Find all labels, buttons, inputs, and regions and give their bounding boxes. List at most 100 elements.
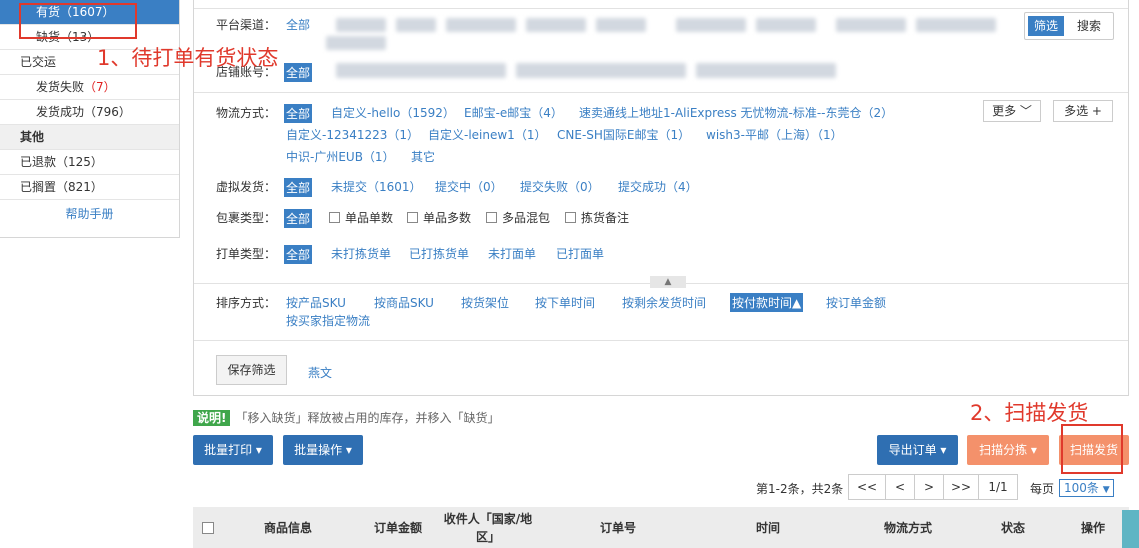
sidebar-item-label: 发货失败 (36, 80, 85, 94)
info-tip: 说明! 「移入缺货」释放被占用的库存，并移入「缺货」 (193, 409, 500, 426)
per-page-label: 每页 (1030, 482, 1055, 496)
filter-label: 虚拟发货： (216, 180, 277, 194)
annotation-step-1: 1、待打单有货状态 (97, 46, 279, 70)
checkbox-icon (202, 521, 214, 534)
sidebar-item-ship-failed[interactable]: 发货失败（7） (0, 75, 179, 100)
sort-option[interactable]: 按货架位 (461, 294, 509, 311)
logistics-option[interactable]: CNE-SH国际E邮宝（1） (557, 126, 690, 143)
multi-select-button[interactable]: 多选 + (1053, 100, 1113, 122)
blurred-option (446, 18, 516, 32)
per-page-select[interactable]: 100条 ▼ (1059, 479, 1114, 497)
virtual-all-option[interactable]: 全部 (284, 178, 313, 197)
sidebar-item-label: 已交运 (20, 55, 57, 69)
last-page-button[interactable]: >> (943, 474, 979, 500)
virtual-option[interactable]: 提交失败（0） (520, 178, 600, 195)
logistics-option[interactable]: wish3-平邮（上海）（1） (706, 126, 843, 143)
logistics-option[interactable]: 自定义-hello（1592） (331, 104, 455, 121)
virtual-option[interactable]: 提交成功（4） (618, 178, 698, 195)
filter-row-sort: 排序方式： 按产品SKU 按商品SKU 按货架位 按下单时间 按剩余发货时间 按… (216, 293, 1128, 330)
checkbox-label: 单品单数 (345, 211, 394, 225)
blurred-option (326, 36, 386, 50)
sidebar-item-label: 已退款 (20, 155, 57, 169)
filter-search-toggle: 筛选 搜索 (1024, 12, 1114, 40)
print-option[interactable]: 已打面单 (556, 245, 604, 262)
pagination-summary: 第1-2条，共2条 (756, 482, 844, 496)
tip-text: 「移入缺货」释放被占用的库存，并移入「缺货」 (235, 411, 500, 425)
export-orders-button[interactable]: 导出订单 ▾ (877, 435, 958, 465)
logistics-option[interactable]: 自定义-leinew1（1） (428, 126, 546, 143)
first-page-button[interactable]: << (848, 474, 886, 500)
print-option[interactable]: 未打面单 (488, 245, 536, 262)
batch-print-button[interactable]: 批量打印 ▾ (193, 435, 273, 465)
side-float-tab[interactable] (1122, 510, 1139, 548)
sidebar-item-count: （125） (56, 155, 103, 169)
package-checkbox[interactable]: 拣货备注 (565, 209, 629, 226)
filter-panel: 平台渠道： 全部 筛选 搜索 店铺账号： 全部 物流方式： 全部 自定义-hel… (193, 0, 1129, 396)
sidebar-item-refunded[interactable]: 已退款（125） (0, 150, 179, 175)
annotation-step-2: 2、扫描发货 (970, 401, 1089, 425)
batch-ops-button[interactable]: 批量操作 ▾ (283, 435, 363, 465)
print-option[interactable]: 已打拣货单 (409, 245, 469, 262)
filter-label: 平台渠道： (216, 18, 277, 32)
print-option[interactable]: 未打拣货单 (331, 245, 391, 262)
blurred-option (516, 63, 686, 78)
filter-label: 排序方式： (216, 296, 277, 310)
logistics-all-option[interactable]: 全部 (284, 104, 313, 123)
column-header: 状态 (1000, 520, 1025, 535)
blurred-option (596, 18, 646, 32)
scan-sort-button[interactable]: 扫描分拣 ▾ (967, 435, 1049, 465)
virtual-option[interactable]: 未提交（1601） (331, 178, 422, 195)
next-page-button[interactable]: > (914, 474, 944, 500)
column-header: 订单金额 (373, 520, 422, 535)
sidebar-group-label: 其他 (20, 130, 45, 144)
platform-all-option[interactable]: 全部 (286, 16, 310, 33)
package-checkbox[interactable]: 单品多数 (407, 209, 471, 226)
package-all-option[interactable]: 全部 (284, 209, 313, 228)
logistics-option[interactable]: 中识-广州EUB（1） (286, 148, 395, 165)
checkbox-icon (329, 212, 340, 223)
chevron-down-icon: ▼ (1102, 485, 1110, 495)
save-filter-button[interactable]: 保存筛选 (216, 355, 287, 385)
blurred-option (696, 63, 836, 78)
logistics-option[interactable]: 自定义-12341223（1） (286, 126, 419, 143)
logistics-option[interactable]: 速卖通线上地址1-AliExpress 无忧物流-标准--东莞仓（2） (579, 104, 893, 121)
column-header: 物流方式 (883, 520, 932, 535)
sidebar-item-on-hold[interactable]: 已搁置（821） (0, 175, 179, 200)
package-checkbox[interactable]: 单品单数 (329, 209, 393, 226)
sort-option[interactable]: 按订单金额 (826, 294, 886, 311)
select-all-checkbox[interactable] (199, 507, 217, 548)
collapse-arrow-icon[interactable]: ▲ (650, 276, 686, 288)
saved-filter-link[interactable]: 燕文 (308, 364, 332, 381)
checkbox-icon (565, 212, 576, 223)
more-logistics-button[interactable]: 更多 ﹀ (983, 100, 1041, 122)
sort-option[interactable]: 按产品SKU (286, 294, 346, 311)
prev-page-button[interactable]: < (885, 474, 915, 500)
sort-option[interactable]: 按商品SKU (374, 294, 434, 311)
sidebar-item-ship-success[interactable]: 发货成功（796） (0, 100, 179, 125)
sort-up-icon: ▲ (792, 296, 802, 310)
logistics-option[interactable]: E邮宝-e邮宝（4） (464, 104, 563, 121)
sidebar-item-count: （7） (84, 80, 116, 94)
column-header: 商品信息 (263, 520, 312, 535)
blurred-option (336, 18, 386, 32)
divider (194, 8, 1128, 9)
sort-option-selected[interactable]: 按付款时间▲ (730, 293, 804, 312)
store-all-option[interactable]: 全部 (284, 63, 313, 82)
blurred-option (916, 18, 996, 32)
package-checkbox[interactable]: 多品混包 (486, 209, 550, 226)
logistics-option[interactable]: 其它 (411, 148, 435, 165)
checkbox-label: 拣货备注 (581, 211, 630, 225)
help-manual-link[interactable]: 帮助手册 (0, 200, 179, 228)
sort-option[interactable]: 按剩余发货时间 (622, 294, 706, 311)
sort-option[interactable]: 按买家指定物流 (286, 312, 370, 329)
blurred-option (756, 18, 816, 32)
sort-option[interactable]: 按下单时间 (535, 294, 595, 311)
print-all-option[interactable]: 全部 (284, 245, 313, 264)
filter-tab[interactable]: 筛选 (1028, 16, 1065, 36)
divider (194, 340, 1128, 341)
blurred-option (836, 18, 906, 32)
sidebar-item-count: （796） (84, 105, 131, 119)
search-tab[interactable]: 搜索 (1071, 16, 1107, 36)
virtual-option[interactable]: 提交中（0） (435, 178, 503, 195)
filter-label: 包裹类型： (216, 211, 277, 225)
